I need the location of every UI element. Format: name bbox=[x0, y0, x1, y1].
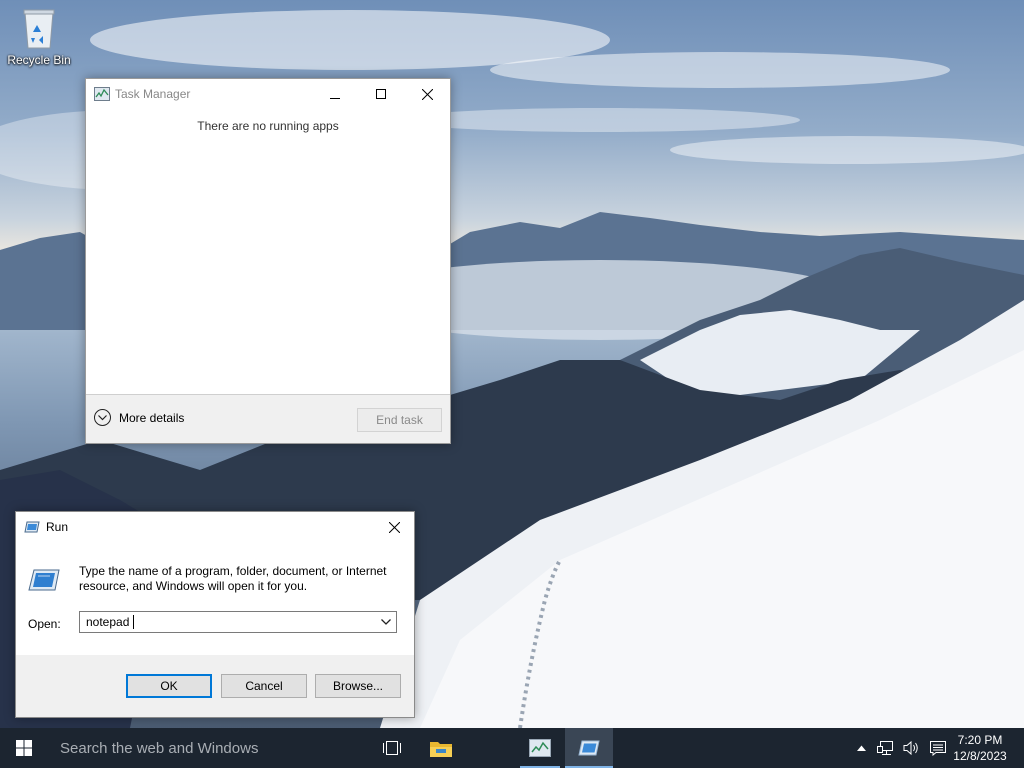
task-manager-window: Task Manager There are no running apps M… bbox=[85, 78, 451, 444]
task-manager-taskbar-button[interactable] bbox=[516, 728, 564, 768]
ok-button[interactable]: OK bbox=[126, 674, 212, 698]
task-manager-icon bbox=[529, 739, 551, 757]
file-explorer-icon bbox=[430, 742, 452, 757]
maximize-icon bbox=[376, 89, 386, 99]
network-icon bbox=[877, 741, 893, 755]
windows-logo-icon bbox=[16, 740, 32, 756]
run-icon bbox=[24, 521, 40, 533]
window-title: Task Manager bbox=[115, 87, 191, 101]
run-program-icon bbox=[28, 569, 60, 591]
start-button[interactable] bbox=[0, 728, 48, 768]
maximize-button[interactable] bbox=[358, 79, 404, 109]
open-combobox[interactable]: notepad bbox=[79, 611, 397, 633]
run-button-bar: OK Cancel Browse... bbox=[16, 655, 414, 717]
run-dialog: Run Type the name of a program, folder, … bbox=[15, 511, 415, 718]
chevron-down-icon bbox=[94, 409, 111, 426]
desktop-icon-recycle-bin[interactable]: Recycle Bin bbox=[4, 6, 74, 67]
taskbar: Search the web and Windows 7:20 PM 12/8/… bbox=[0, 728, 1024, 768]
minimize-icon bbox=[330, 98, 340, 99]
volume-button[interactable] bbox=[900, 728, 924, 768]
close-button[interactable] bbox=[404, 79, 450, 109]
clock-time: 7:20 PM bbox=[957, 733, 1003, 747]
text-cursor bbox=[133, 615, 134, 629]
clock[interactable]: 7:20 PM 12/8/2023 bbox=[950, 732, 1010, 764]
network-button[interactable] bbox=[874, 728, 898, 768]
desktop-icon-label: Recycle Bin bbox=[7, 53, 71, 67]
empty-apps-message: There are no running apps bbox=[197, 119, 339, 133]
run-titlebar[interactable]: Run bbox=[16, 512, 414, 542]
run-body: Type the name of a program, folder, docu… bbox=[16, 542, 414, 655]
end-task-button[interactable]: End task bbox=[357, 408, 442, 432]
more-details-button[interactable]: More details bbox=[94, 409, 184, 426]
task-manager-titlebar[interactable]: Task Manager bbox=[86, 79, 450, 109]
dropdown-arrow-button[interactable] bbox=[379, 615, 393, 629]
file-explorer-button[interactable] bbox=[417, 728, 465, 768]
show-hidden-icons-icon bbox=[856, 745, 866, 751]
run-taskbar-button[interactable] bbox=[565, 728, 613, 768]
task-view-button[interactable] bbox=[368, 728, 416, 768]
minimize-button[interactable] bbox=[312, 79, 358, 109]
action-center-button[interactable] bbox=[926, 728, 950, 768]
open-label: Open: bbox=[28, 617, 61, 631]
browse-button[interactable]: Browse... bbox=[315, 674, 401, 698]
action-center-icon bbox=[930, 741, 946, 756]
search-box[interactable]: Search the web and Windows bbox=[48, 728, 368, 768]
close-icon bbox=[388, 521, 400, 533]
task-manager-footer: More details End task bbox=[86, 394, 450, 443]
more-details-label: More details bbox=[119, 410, 185, 425]
task-view-icon bbox=[383, 741, 401, 755]
cancel-button[interactable]: Cancel bbox=[221, 674, 307, 698]
open-input-value[interactable]: notepad bbox=[86, 615, 129, 629]
run-icon bbox=[578, 740, 600, 756]
window-title: Run bbox=[46, 520, 69, 534]
volume-icon bbox=[903, 740, 918, 756]
chevron-down-icon bbox=[381, 619, 391, 625]
run-description: Type the name of a program, folder, docu… bbox=[79, 564, 387, 593]
close-button[interactable] bbox=[374, 512, 414, 542]
search-placeholder: Search the web and Windows bbox=[60, 739, 259, 757]
close-icon bbox=[421, 88, 433, 100]
show-hidden-icons-button[interactable] bbox=[852, 728, 870, 768]
clock-date: 12/8/2023 bbox=[953, 749, 1007, 763]
recycle-bin-icon bbox=[23, 9, 55, 49]
task-manager-icon bbox=[94, 87, 110, 101]
